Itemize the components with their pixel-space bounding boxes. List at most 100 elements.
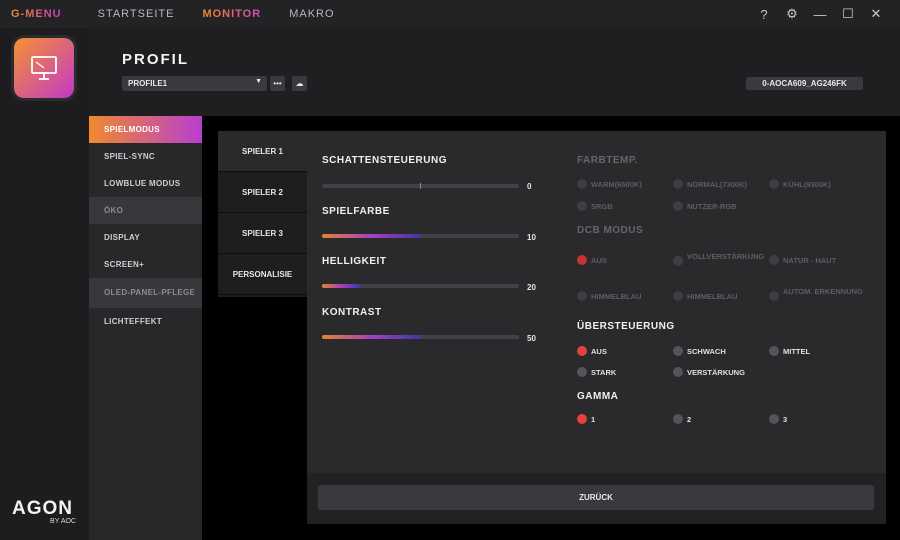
radio-icon	[673, 291, 683, 301]
radio-icon	[577, 179, 587, 189]
tab-spieler-2[interactable]: SPIELER 2	[218, 172, 307, 213]
slider-fill	[322, 335, 421, 339]
overdrive-verstaerkung[interactable]: VERSTÄRKUNG	[673, 367, 768, 377]
farbtemp-srgb[interactable]: SRGB	[577, 201, 672, 211]
slider-title-schattensteuerung: SCHATTENSTEUERUNG	[322, 155, 447, 166]
radio-icon	[769, 255, 779, 265]
farbtemp-kuehl[interactable]: KÜHL(9300K)	[769, 179, 864, 189]
nav-startseite[interactable]: STARTSEITE	[98, 8, 175, 20]
slider-kontrast[interactable]	[322, 335, 519, 339]
slider-fill	[322, 234, 421, 238]
profile-select-value: PROFILE1	[128, 79, 168, 88]
gamma-1[interactable]: 1	[577, 414, 672, 424]
agon-logo: AGON BY AOC	[12, 498, 78, 525]
option-label: HIMMELBLAU	[591, 292, 642, 301]
option-label: VERSTÄRKUNG	[687, 368, 745, 377]
radio-icon	[577, 255, 587, 265]
sidebar-item-lichteffekt[interactable]: LICHTEFFEKT	[89, 308, 202, 335]
chevron-down-icon: ▼	[255, 78, 262, 85]
g-menu-brand[interactable]: G-MENU	[11, 8, 62, 20]
option-label: STARK	[591, 368, 617, 377]
more-options-button[interactable]: •••	[270, 76, 285, 91]
radio-icon	[577, 414, 587, 424]
radio-icon	[673, 367, 683, 377]
dcb-autom-erkennung[interactable]: AUTOM. ERKENNUNG	[769, 287, 864, 301]
option-label: 2	[687, 415, 692, 424]
sidebar-item-lowblue[interactable]: LOWBLUE MODUS	[89, 170, 202, 197]
dcb-aus[interactable]: AUS	[577, 255, 672, 265]
dcb-natur-haut[interactable]: NATUR - HAUT	[769, 255, 864, 265]
sidebar-item-spielmodus[interactable]: SPIELMODUS	[89, 116, 202, 143]
sidebar: SPIELMODUS SPIEL-SYNC LOWBLUE MODUS ÖKO …	[89, 116, 202, 540]
maximize-icon[interactable]: ☐	[834, 6, 862, 22]
slider-title-spielfarbe: SPIELFARBE	[322, 206, 390, 217]
back-button[interactable]: ZURÜCK	[318, 485, 874, 510]
sidebar-item-spiel-sync[interactable]: SPIEL-SYNC	[89, 143, 202, 170]
option-label: KÜHL(9300K)	[783, 180, 831, 189]
minimize-icon[interactable]: —	[806, 7, 834, 22]
nav-monitor[interactable]: MONITOR	[202, 8, 261, 20]
radio-icon	[769, 346, 779, 356]
option-label: WARM(6500K)	[591, 180, 642, 189]
monitor-icon	[31, 56, 57, 80]
gamma-3[interactable]: 3	[769, 414, 864, 424]
left-rail: AGON BY AOC	[0, 28, 89, 540]
slider-spielfarbe[interactable]	[322, 234, 519, 238]
option-label: NATUR - HAUT	[783, 256, 837, 265]
gamma-2[interactable]: 2	[673, 414, 768, 424]
slider-fill	[322, 284, 362, 288]
gamma-title: GAMMA	[577, 391, 619, 402]
radio-icon	[577, 367, 587, 377]
option-label: VOLLVERSTÄRKUNG	[687, 252, 765, 261]
option-label: SCHWACH	[687, 347, 726, 356]
option-label: 3	[783, 415, 788, 424]
option-label: SRGB	[591, 202, 613, 211]
dcb-himmelblau-2[interactable]: HIMMELBLAU	[673, 291, 768, 301]
tab-spieler-3[interactable]: SPIELER 3	[218, 213, 307, 254]
dcb-vollverstaerkung[interactable]: VOLLVERSTÄRKUNG	[673, 252, 768, 266]
nav-makro[interactable]: MAKRO	[289, 8, 334, 20]
farbtemp-nutzer-rgb[interactable]: NUTZER-RGB	[673, 201, 768, 211]
option-label: NUTZER-RGB	[687, 202, 737, 211]
sidebar-item-display[interactable]: DISPLAY	[89, 224, 202, 251]
profile-select[interactable]: PROFILE1 ▼	[122, 76, 267, 91]
help-icon[interactable]: ?	[750, 7, 778, 22]
radio-icon	[673, 201, 683, 211]
player-tabs: SPIELER 1 SPIELER 2 SPIELER 3 PERSONALIS…	[218, 131, 307, 297]
overdrive-stark[interactable]: STARK	[577, 367, 672, 377]
slider-value-schattensteuerung: 0	[527, 182, 532, 191]
radio-icon	[577, 291, 587, 301]
slider-helligkeit[interactable]	[322, 284, 519, 288]
overdrive-mittel[interactable]: MITTEL	[769, 346, 864, 356]
slider-title-kontrast: KONTRAST	[322, 307, 382, 318]
gear-icon[interactable]: ⚙	[778, 6, 806, 22]
overdrive-title: ÜBERSTEUERUNG	[577, 321, 675, 332]
radio-icon	[673, 179, 683, 189]
option-label: 1	[591, 415, 596, 424]
sidebar-item-oled-pflege[interactable]: OLED-PANEL-PFLEGE	[89, 278, 202, 308]
sidebar-item-screen-plus[interactable]: SCREEN+	[89, 251, 202, 278]
tab-spieler-1[interactable]: SPIELER 1	[218, 131, 307, 172]
slider-title-helligkeit: HELLIGKEIT	[322, 256, 387, 267]
tab-personalisieren[interactable]: PERSONALISIE	[218, 254, 307, 295]
overdrive-schwach[interactable]: SCHWACH	[673, 346, 768, 356]
slider-value-helligkeit: 20	[527, 283, 536, 292]
option-label: AUS	[591, 347, 607, 356]
farbtemp-warm[interactable]: WARM(6500K)	[577, 179, 672, 189]
overdrive-aus[interactable]: AUS	[577, 346, 672, 356]
slider-schattensteuerung[interactable]	[322, 183, 519, 189]
settings-panel: SCHATTENSTEUERUNG 0 SPIELFARBE 10 HELLIG…	[307, 131, 886, 473]
profile-link-button[interactable]: ☁	[292, 76, 307, 91]
monitor-app-icon[interactable]	[14, 38, 74, 98]
farbtemp-normal[interactable]: NORMAL(7300K)	[673, 179, 768, 189]
slider-center-mark	[420, 183, 421, 189]
radio-icon	[769, 414, 779, 424]
sidebar-item-oeko[interactable]: ÖKO	[89, 197, 202, 224]
top-bar: G-MENU STARTSEITE MONITOR MAKRO ? ⚙ — ☐ …	[0, 0, 900, 28]
radio-icon	[673, 414, 683, 424]
radio-icon	[577, 201, 587, 211]
slider-value-spielfarbe: 10	[527, 233, 536, 242]
dcb-himmelblau-1[interactable]: HIMMELBLAU	[577, 291, 672, 301]
window-controls: ? ⚙ — ☐ ✕	[750, 0, 890, 28]
close-icon[interactable]: ✕	[862, 6, 890, 22]
